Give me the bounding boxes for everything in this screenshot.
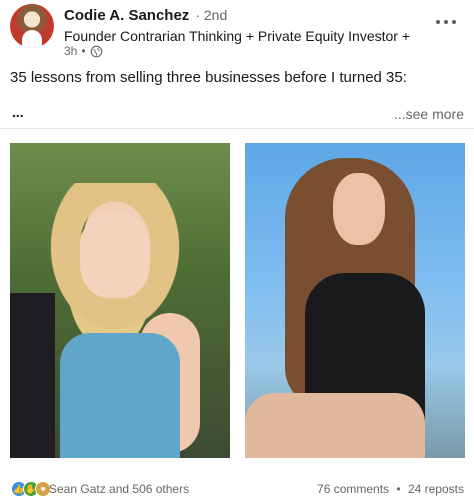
comments-count[interactable]: 76 comments	[317, 482, 389, 496]
post-header: Codie A. Sanchez · 2nd Founder Contraria…	[0, 0, 474, 66]
author-row: Codie A. Sanchez · 2nd	[64, 7, 227, 27]
post-ellipsis: ...	[12, 104, 24, 120]
counts-separator: •	[396, 482, 401, 496]
photo-right[interactable]	[245, 143, 465, 458]
author-headline: Founder Contrarian Thinking + Private Eq…	[64, 28, 414, 44]
post-meta: 3h •	[64, 43, 103, 59]
photo-right-legs	[245, 393, 425, 458]
engagement-counts: 76 comments • 24 reposts	[317, 482, 464, 496]
social-counts: 👍 ✋ ♥ Sean Gatz and 506 others 76 commen…	[0, 477, 474, 501]
more-options-button[interactable]	[432, 12, 460, 32]
degree-label: 2nd	[203, 7, 228, 23]
avatar[interactable]	[10, 4, 54, 48]
reaction-icons[interactable]: 👍 ✋ ♥	[11, 481, 51, 497]
globe-icon	[90, 45, 102, 57]
connection-degree: · 2nd	[195, 7, 228, 23]
more-dot-icon	[444, 20, 448, 24]
meta-separator: •	[81, 44, 86, 58]
photo-right-face	[333, 173, 385, 245]
post-text: 35 lessons from selling three businesses…	[10, 69, 407, 86]
photo-left-face	[80, 213, 150, 298]
post-time: 3h	[64, 44, 78, 58]
more-dot-icon	[436, 20, 440, 24]
reactions-count[interactable]: Sean Gatz and 506 others	[49, 482, 189, 496]
reposts-count[interactable]: 24 reposts	[408, 482, 464, 496]
divider	[0, 128, 474, 129]
more-dot-icon	[452, 20, 456, 24]
author-name[interactable]: Codie A. Sanchez	[64, 7, 189, 24]
photo-left[interactable]	[10, 143, 230, 458]
photo-left-dress	[60, 333, 180, 458]
see-more-link[interactable]: ...see more	[394, 106, 464, 122]
